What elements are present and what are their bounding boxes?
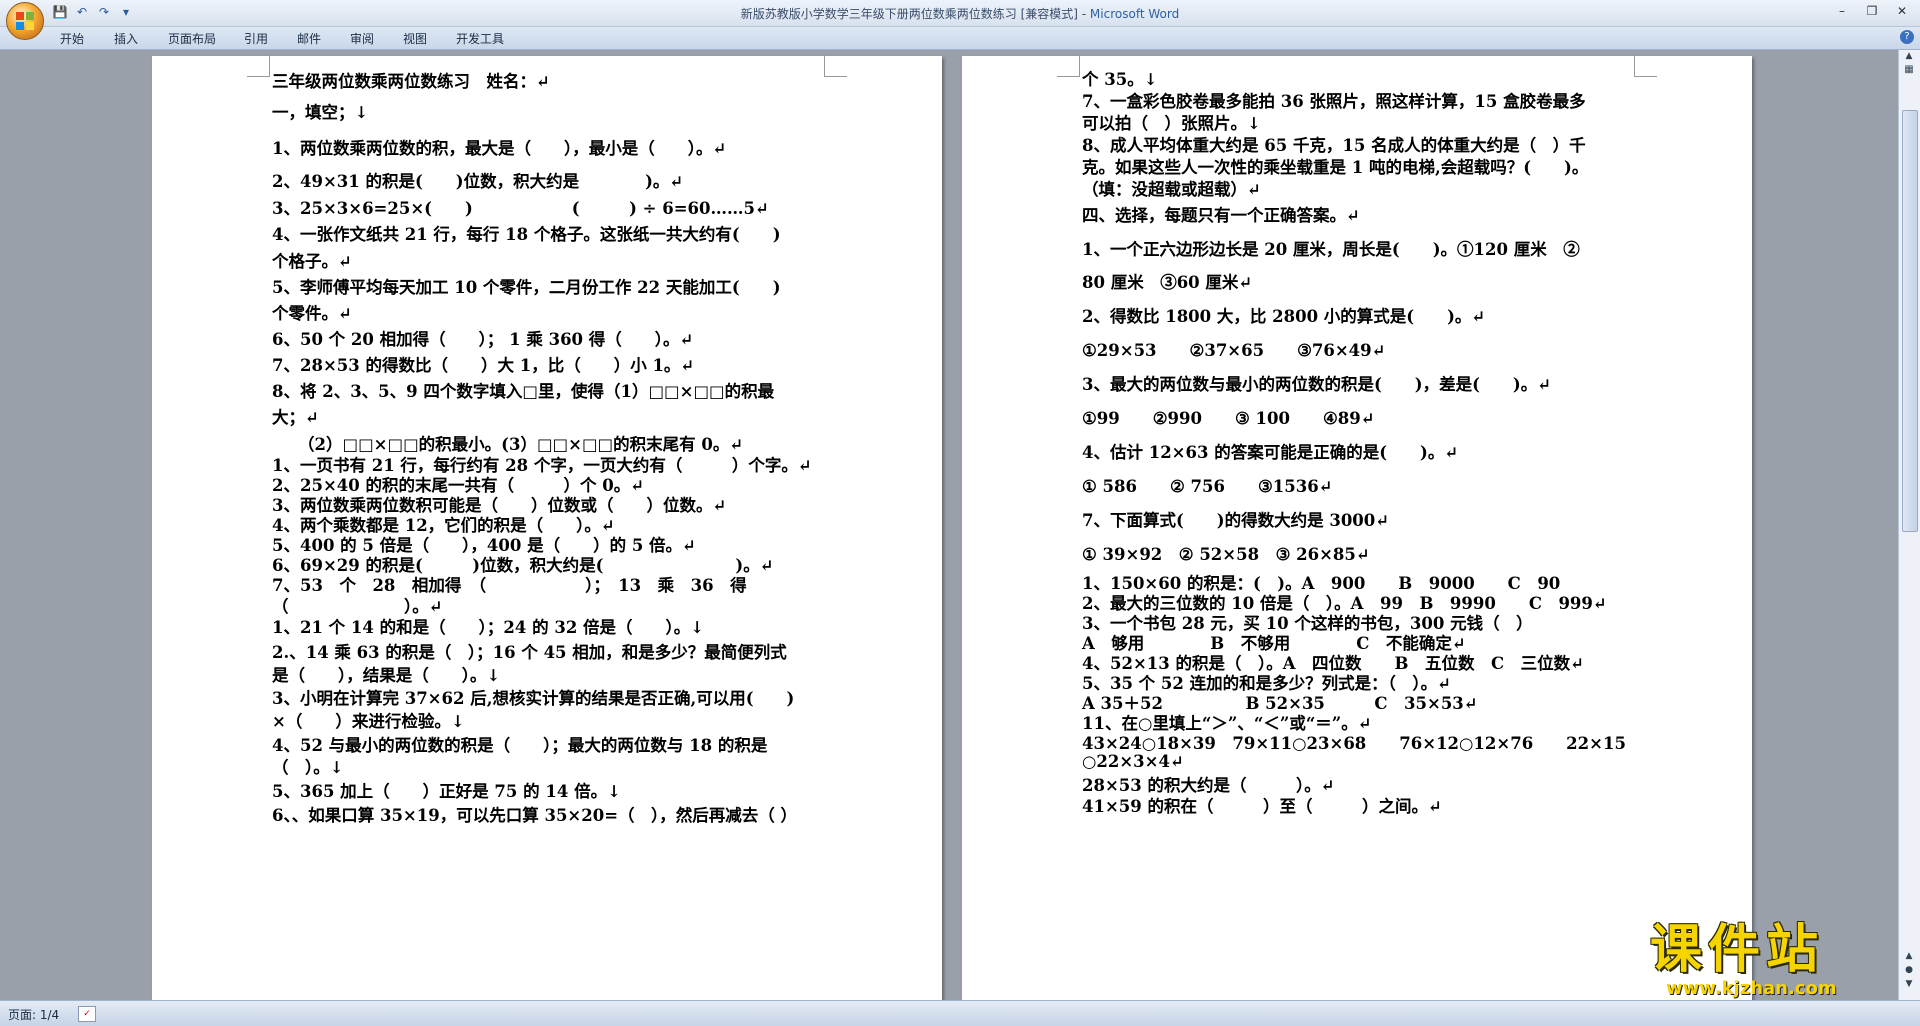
tab-references[interactable]: 引用	[244, 30, 268, 47]
margin-corner-mark	[1634, 54, 1657, 77]
left-page-line: 5、365 加上（ ）正好是 75 的 14 倍。↓	[272, 782, 621, 801]
tab-insert[interactable]: 插入	[114, 30, 138, 47]
left-page-line: 5、李师傅平均每天加工 10 个零件，二月份工作 22 天能加工( )	[272, 278, 781, 297]
vertical-scrollbar[interactable]: ▲ ▦ ▲ ● ▼	[1898, 50, 1920, 1000]
window-title: 新版苏教版小学数学三年级下册两位数乘两位数练习 [兼容模式] - Microso…	[0, 5, 1920, 22]
proofing-status-icon[interactable]: ✓	[78, 1006, 96, 1022]
watermark-url: www.kjzhan.com	[1666, 978, 1837, 999]
right-page-line: 7、一盒彩色胶卷最多能拍 36 张照片，照这样计算，15 盒胶卷最多	[1082, 92, 1586, 111]
document-page-right: 个 35。↓ 7、一盒彩色胶卷最多能拍 36 张照片，照这样计算，15 盒胶卷最多…	[962, 54, 1752, 1000]
document-page-left: 三年级两位数乘两位数练习 姓名：↵ 一，填空；↓ 1、两位数乘两位数的积，最大是（ …	[152, 54, 942, 1000]
right-page-line: 克。如果这些人一次性的乘坐载重是 1 吨的电梯,会超载吗？( )。	[1082, 158, 1589, 177]
tab-developer[interactable]: 开发工具	[456, 30, 504, 47]
scroll-up-icon[interactable]: ▲	[1902, 50, 1916, 62]
left-page-line: 2、49×31 的积是( )位数，积大约是 )。↵	[272, 172, 684, 191]
right-page-line: ○22×3×4↵	[1082, 752, 1184, 771]
right-page-line: ①99 ②990 ③ 100 ④89↵	[1082, 409, 1375, 428]
kjzhan-watermark-logo: 课件站 www.kjzhan.com	[1650, 920, 1912, 999]
document-workspace: 三年级两位数乘两位数练习 姓名：↵ 一，填空；↓ 1、两位数乘两位数的积，最大是（ …	[0, 50, 1898, 1000]
left-page-line: 2.、14 乘 63 的积是（ ）；16 个 45 相加，和是多少？最简便列式	[272, 643, 787, 662]
margin-corner-mark	[247, 54, 270, 77]
left-page-line: （ ）。↓	[272, 758, 344, 777]
right-page-line: 7、下面算式( )的得数大约是 3000↵	[1082, 511, 1390, 530]
office-button[interactable]	[6, 2, 44, 40]
left-page-line: 8、将 2、3、5、9 四个数字填入□里，使得（1）□□×□□的积最	[272, 382, 775, 401]
left-page-line: 大；↵	[272, 408, 319, 427]
maximize-button[interactable]: ❐	[1858, 2, 1886, 20]
right-page-line: 41×59 的积在（ ）至（ ）之间。↵	[1082, 797, 1442, 816]
app-name: Microsoft Word	[1089, 7, 1180, 21]
left-page-line: 4、一张作文纸共 21 行，每行 18 个格子。这张纸一共大约有( )	[272, 225, 781, 244]
status-bar: 页面: 1/4 ✓	[0, 1000, 1920, 1026]
right-page-line: 2、得数比 1800 大，比 2800 小的算式是( )。↵	[1082, 307, 1486, 326]
right-page-line: ①29×53 ②37×65 ③76×49↵	[1082, 341, 1386, 360]
window-controls: – ❐ ✕	[1828, 2, 1916, 20]
left-page-line: 三年级两位数乘两位数练习 姓名：↵	[272, 72, 550, 91]
right-page-line: 43×24○18×39 79×11○23×68 76×12○12×76 22×1…	[1082, 734, 1626, 753]
left-page-line: 6、50 个 20 相加得（ ）； 1 乘 360 得（ ）。↵	[272, 330, 694, 349]
margin-corner-mark	[1057, 54, 1080, 77]
help-icon[interactable]: ?	[1900, 30, 1914, 44]
tab-page-layout[interactable]: 页面布局	[168, 30, 216, 47]
left-page-line: 1、21 个 14 的和是（ ）；24 的 32 倍是（ ）。↓	[272, 618, 705, 637]
tab-mailings[interactable]: 邮件	[297, 30, 321, 47]
title-bar: 💾 ↶ ↷ ▾ 新版苏教版小学数学三年级下册两位数乘两位数练习 [兼容模式] -…	[0, 0, 1920, 27]
right-page-line: ① 586 ② 756 ③1536↵	[1082, 477, 1333, 496]
left-page-line: 是（ ），结果是（ ）。↓	[272, 666, 501, 685]
right-page-line: ① 39×92 ② 52×58 ③ 26×85↵	[1082, 545, 1370, 564]
tab-home[interactable]: 开始	[60, 30, 84, 47]
tab-review[interactable]: 审阅	[350, 30, 374, 47]
right-page-line: 3、最大的两位数与最小的两位数的积是( )，差是( )。↵	[1082, 375, 1552, 394]
left-page-line: 3、25×3×6=25×( ) ( ) ÷ 6=60……5↵	[272, 199, 769, 218]
right-page-line: 个 35。↓	[1082, 70, 1158, 89]
left-page-line: 6、、如果口算 35×19，可以先口算 35×20=（ ），然后再减去（ ）	[272, 806, 798, 825]
left-page-line: 一，填空；↓	[272, 103, 369, 122]
document-title: 新版苏教版小学数学三年级下册两位数乘两位数练习 [兼容模式] -	[740, 7, 1090, 21]
left-page-line: ×（ ）来进行检验。↓	[272, 712, 465, 731]
left-page-line: 个零件。↵	[272, 304, 352, 323]
right-page-line: 4、估计 12×63 的答案可能是正确的是( )。↵	[1082, 443, 1459, 462]
left-page-line: 7、28×53 的得数比（ ）大 1，比（ ）小 1。↵	[272, 356, 695, 375]
tab-view[interactable]: 视图	[403, 30, 427, 47]
right-page-line: （填：没超载或超载）↵	[1082, 180, 1261, 199]
ribbon-tabs: 开始 插入 页面布局 引用 邮件 审阅 视图 开发工具 ?	[0, 27, 1920, 50]
watermark-brand: 课件站	[1650, 920, 1825, 980]
office-logo-icon	[16, 12, 34, 30]
close-button[interactable]: ✕	[1888, 2, 1916, 20]
ruler-toggle-icon[interactable]: ▦	[1902, 64, 1916, 78]
right-page-line: 可以拍（ ）张照片。↓	[1082, 114, 1261, 133]
right-page-line: 1、一个正六边形边长是 20 厘米，周长是( )。①120 厘米 ②	[1082, 240, 1580, 259]
right-page-line: 四、选择，每题只有一个正确答案。↵	[1082, 206, 1360, 225]
left-page-line: 个格子。↵	[272, 252, 352, 271]
left-page-line: 4、52 与最小的两位数的积是（ ）；最大的两位数与 18 的积是	[272, 736, 768, 755]
right-page-line: 8、成人平均体重大约是 65 千克，15 名成人的体重大约是（ ）千	[1082, 136, 1586, 155]
left-page-line: 1、两位数乘两位数的积，最大是（ ），最小是（ ）。↵	[272, 139, 727, 158]
left-page-line: 3、小明在计算完 37×62 后,想核实计算的结果是否正确,可以用( )	[272, 689, 795, 708]
margin-corner-mark	[824, 54, 847, 77]
page-count[interactable]: 页面: 1/4	[8, 1006, 59, 1023]
scrollbar-thumb[interactable]	[1902, 110, 1918, 532]
right-page-line: 80 厘米 ③60 厘米↵	[1082, 273, 1253, 292]
minimize-button[interactable]: –	[1828, 2, 1856, 20]
